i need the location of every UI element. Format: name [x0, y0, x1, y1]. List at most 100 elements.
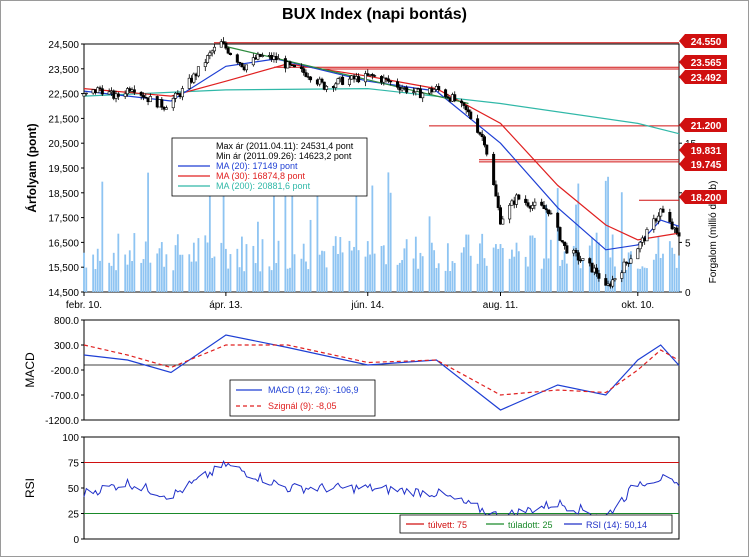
candle-body [386, 78, 390, 82]
candle-body [288, 61, 292, 66]
candle-body [304, 72, 308, 77]
y2-tick-label: 0 [685, 288, 691, 299]
volume-bar [220, 242, 223, 292]
volume-bar [476, 263, 479, 292]
price-level-tag-label: 23.565 [691, 58, 722, 69]
volume-bar [561, 259, 564, 292]
volume-bar [675, 267, 678, 292]
chart-canvas: 24,500 23,500 22,500 21,500 20,500 19,500 18,5… [23, 34, 727, 546]
volume-bar [325, 267, 328, 292]
candle-body [334, 83, 338, 88]
volume-bar [353, 246, 355, 292]
volume-bar [462, 247, 465, 292]
candle-body [84, 92, 88, 95]
volume-bar [465, 234, 468, 292]
volume-bar [627, 252, 630, 292]
volume-bar [565, 263, 568, 292]
volume-bar [385, 264, 387, 292]
candle-body [453, 94, 457, 102]
volume-bar [176, 234, 179, 292]
volume-bar [588, 245, 591, 292]
volume-bar [318, 254, 321, 292]
volume-bar [668, 241, 671, 292]
volume-bar [110, 265, 113, 292]
rsi-axis-label: RSI [23, 478, 37, 498]
volume-bar [243, 271, 246, 292]
candle-body [677, 232, 681, 237]
volume-bar [268, 266, 271, 292]
rsi-y-tick-label: 75 [68, 459, 80, 470]
price-legend-series: MA (30): 16874,8 pont [216, 171, 306, 181]
volume-bar [204, 235, 207, 292]
volume-bar [515, 242, 518, 292]
candle-body [341, 76, 345, 85]
volume-bar [444, 270, 447, 292]
y-tick-label: 15,500 [48, 263, 79, 274]
volume-bar [607, 176, 609, 292]
candle-body [139, 91, 143, 96]
volume-bar [467, 234, 470, 292]
volume-bar [339, 237, 342, 292]
volume-bar [85, 267, 88, 292]
volume-bar [435, 267, 438, 292]
volume-bar [405, 239, 408, 292]
candle-body [421, 92, 425, 99]
candle-body [107, 91, 111, 95]
candle-body [444, 89, 448, 97]
volume-bar [211, 257, 214, 292]
candle-body [464, 105, 468, 111]
volume-bar [149, 262, 152, 292]
y-tick-label: 23,500 [48, 65, 79, 76]
candle-body [581, 258, 585, 261]
volume-bar [449, 271, 452, 292]
volume-bar [160, 242, 163, 292]
candle-body [235, 54, 239, 63]
candle-body [148, 96, 152, 103]
volume-bar [192, 242, 195, 292]
candle-body [508, 204, 512, 220]
x-tick-label: jún. 14. [350, 300, 384, 311]
volume-bar [529, 235, 532, 292]
volume-bar [479, 243, 481, 292]
volume-bar [350, 250, 353, 292]
candle-body [492, 153, 496, 186]
volume-bar [357, 250, 360, 292]
price-level-tag-label: 18.200 [691, 193, 722, 204]
volume-bar [197, 238, 200, 292]
volume-bar [657, 236, 660, 292]
price-legend-text: Max ár (2011.04.11): 24531,4 pont [216, 141, 354, 151]
y-tick-label: 17,500 [48, 214, 79, 225]
volume-bar [147, 172, 149, 292]
volume-bar [252, 245, 255, 292]
candle-body [668, 212, 672, 223]
volume-bar [652, 259, 655, 292]
candle-body [476, 118, 480, 133]
rsi-y-tick-label: 0 [73, 535, 79, 546]
macd-legend-label: MACD (12, 26): -106,9 [268, 385, 359, 395]
volume-bar [236, 248, 239, 292]
candle-body [260, 55, 264, 57]
volume-bar [117, 233, 120, 292]
volume-bar [213, 256, 216, 292]
rsi-y-tick-label: 25 [68, 510, 80, 521]
volume-bar [126, 264, 129, 292]
y-tick-label: 20,500 [48, 139, 79, 150]
macd-y-tick-label: 300.0 [54, 341, 79, 352]
volume-bar [531, 235, 534, 292]
candle-body [160, 99, 164, 108]
volume-bar [261, 239, 264, 292]
volume-bar [277, 240, 280, 292]
candle-body [588, 258, 592, 264]
volume-bar [382, 245, 385, 292]
candle-body [531, 205, 535, 209]
macd-y-tick-label: 800.0 [54, 316, 79, 327]
volume-bar [165, 254, 168, 292]
volume-bar [646, 268, 648, 292]
candle-body [558, 227, 562, 241]
volume-bar [625, 269, 628, 292]
price-level-tag-label: 24.550 [691, 37, 722, 48]
volume-bar [94, 269, 97, 292]
macd-y-tick-label: -700.0 [51, 391, 80, 402]
y2-tick-label: 5 [685, 238, 691, 249]
volume-bar [369, 254, 371, 292]
